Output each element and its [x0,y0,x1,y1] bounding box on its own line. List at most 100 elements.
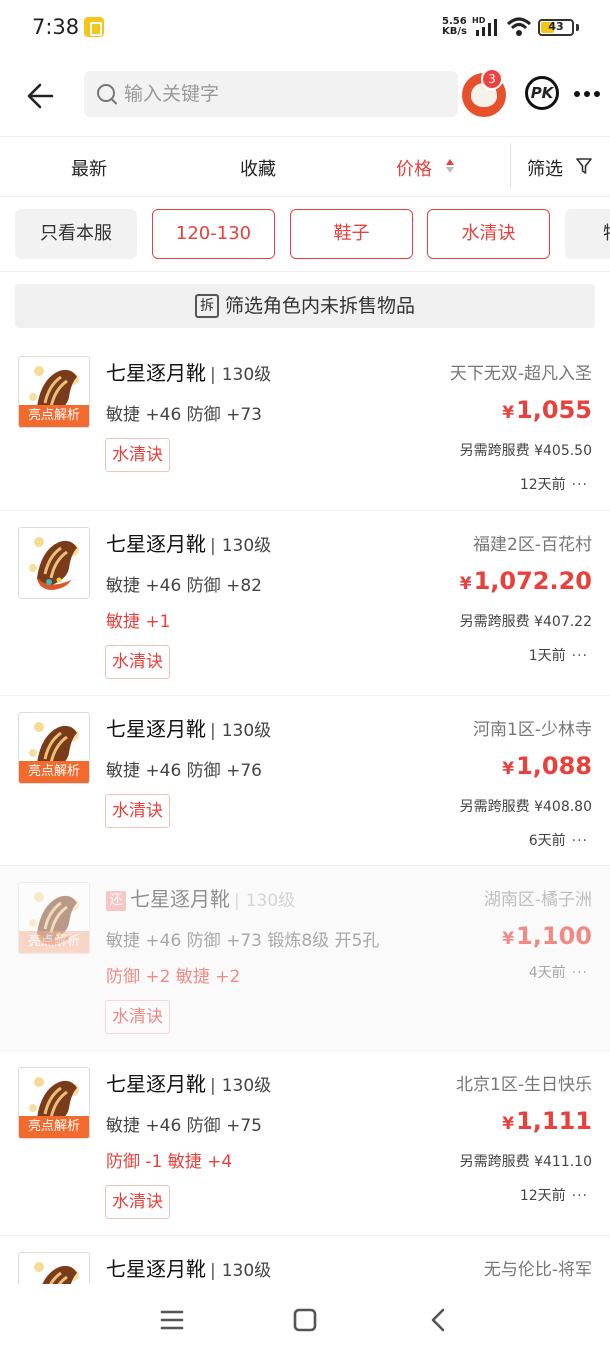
item-stats: 敏捷 +46 防御 +73 [106,405,262,425]
notification-badge: 3 [481,68,503,90]
search-input[interactable] [124,71,444,117]
item-price: ¥1,100 [502,922,592,950]
item-bonus: 防御 -1 敏捷 +4 [106,1152,233,1172]
listing-row[interactable]: 亮点解析还七星逐月靴130级 湖南区-橘子洲敏捷 +46 防御 +73 锻炼8级 … [0,866,610,1051]
sort-latest[interactable]: 最新 [71,155,107,181]
filter-funnel-icon[interactable] [576,157,592,175]
currency-symbol: ¥ [502,759,515,779]
item-level: 130级 [206,536,271,556]
pk-compare-button[interactable]: PK [525,76,559,110]
chip-local-server[interactable]: 只看本服 [15,209,137,259]
more-icon[interactable]: ··· [572,965,588,981]
sort-favorites[interactable]: 收藏 [240,155,276,181]
server-name: 湖南区-橘子洲 [483,890,592,910]
listing-row[interactable]: 七星逐月靴130级 福建2区-百花村敏捷 +46 防御 +82 敏捷 +1 水清诀 ¥1… [0,511,610,696]
filter-chips: 只看本服 120-130 鞋子 水清诀 特 [0,197,610,273]
top-header: 3 PK [0,56,610,136]
skill-tag: 水清诀 [105,645,170,679]
item-price: ¥1,088 [502,752,592,780]
sort-price[interactable]: 价格 [396,155,432,181]
status-time: 7:38 [32,15,80,39]
item-name: 七星逐月靴 [106,717,206,741]
cross-server-fee: 另需跨服费 ¥408.80 [459,799,592,815]
unsplit-label: 筛选角色内未拆售物品 [224,295,415,317]
item-bonus: 防御 +2 敏捷 +2 [106,967,241,987]
listing-time: 12天前 ··· [520,1185,588,1205]
item-thumbnail[interactable] [18,527,90,599]
home-icon[interactable] [285,1302,325,1338]
listing-time: 4天前 ··· [529,962,588,982]
listed-ago: 4天前 [528,965,566,981]
system-nav-bar [0,1284,610,1356]
cell-signal-icon [476,19,497,36]
sort-direction-icon[interactable] [445,156,455,176]
notification-app-icon [84,17,104,37]
split-icon: 拆 [194,294,219,318]
more-icon[interactable]: ··· [572,833,588,849]
chip-shoes[interactable]: 鞋子 [290,209,413,259]
listing-time: 1天前 ··· [529,645,588,665]
cross-server-fee: 另需跨服费 ¥407.22 [459,614,592,630]
chip-level-range[interactable]: 120-130 [152,209,275,259]
item-level: 130级 [206,1076,271,1096]
dot [594,91,600,97]
cross-server-fee: 另需跨服费 ¥411.10 [459,1154,592,1170]
dot [574,91,580,97]
item-name: 七星逐月靴 [106,361,206,385]
sort-divider [510,143,511,189]
highlight-analysis-tag[interactable]: 亮点解析 [19,761,89,783]
item-stats: 敏捷 +46 防御 +82 [106,576,262,596]
item-bonus: 敏捷 +1 [106,612,171,632]
item-thumbnail[interactable]: 亮点解析 [18,1067,90,1139]
listed-ago: 12天前 [519,477,566,493]
search-bar[interactable] [84,71,458,117]
skill-tag: 水清诀 [105,438,170,472]
item-title: 七星逐月靴130级 [106,1253,271,1282]
network-speed: 5.56 KB/s [442,16,467,37]
more-icon[interactable]: ··· [572,648,588,664]
recent-apps-icon[interactable] [152,1302,192,1338]
listing-time: 12天前 ··· [520,474,588,494]
item-level: 130级 [206,365,271,385]
back-nav-icon[interactable] [418,1302,458,1338]
item-name: 七星逐月靴 [106,532,206,556]
currency-symbol: ¥ [502,1114,515,1134]
chip-special[interactable]: 特 [565,209,610,259]
sort-bar: 最新 收藏 价格 筛选 [0,137,610,197]
highlight-analysis-tag[interactable]: 亮点解析 [19,1116,89,1138]
item-thumbnail[interactable]: 亮点解析 [18,712,90,784]
dot [584,91,590,97]
more-icon[interactable]: ··· [572,477,588,493]
back-arrow-icon[interactable] [22,76,62,116]
price-value: 1,100 [516,922,592,950]
more-icon[interactable]: ··· [572,1188,588,1204]
item-thumbnail[interactable]: 亮点解析 [18,356,90,428]
listing-row[interactable]: 亮点解析七星逐月靴130级 河南1区-少林寺敏捷 +46 防御 +76 水清诀 ¥1,… [0,696,610,866]
listing-row[interactable]: 亮点解析七星逐月靴130级 北京1区-生日快乐敏捷 +46 防御 +75 防御 -1… [0,1051,610,1236]
filter-button[interactable]: 筛选 [527,155,563,181]
item-name: 七星逐月靴 [130,887,230,911]
battery-icon: 43 [538,19,574,36]
highlight-analysis-tag[interactable]: 亮点解析 [19,405,89,427]
listed-ago: 6天前 [528,833,566,849]
item-level: 130级 [230,891,295,911]
listing-row[interactable]: 亮点解析七星逐月靴130级 天下无双-超凡入圣敏捷 +46 防御 +73 水清诀 ¥1… [0,340,610,511]
item-stats: 敏捷 +46 防御 +75 [106,1116,262,1136]
more-options-icon[interactable] [572,78,606,108]
chip-skill[interactable]: 水清诀 [427,209,550,259]
skill-tag: 水清诀 [105,1000,170,1034]
return-badge: 还 [106,891,126,911]
server-name: 北京1区-生日快乐 [456,1075,592,1095]
item-price: ¥1,072.20 [460,567,592,595]
item-title: 七星逐月靴130级 [106,357,271,386]
status-bar: 7:38 5.56 KB/s HD 43 [0,0,610,56]
price-value: 1,088 [516,752,592,780]
server-name: 无与伦比-将军 [483,1260,592,1280]
item-title: 七星逐月靴130级 [106,713,271,742]
unsplit-items-filter[interactable]: 拆筛选角色内未拆售物品 [15,284,595,328]
search-icon [97,84,117,105]
highlight-analysis-tag[interactable]: 亮点解析 [19,931,89,953]
skill-tag: 水清诀 [105,794,170,828]
item-thumbnail[interactable]: 亮点解析 [18,882,90,954]
skill-tag: 水清诀 [105,1185,170,1219]
